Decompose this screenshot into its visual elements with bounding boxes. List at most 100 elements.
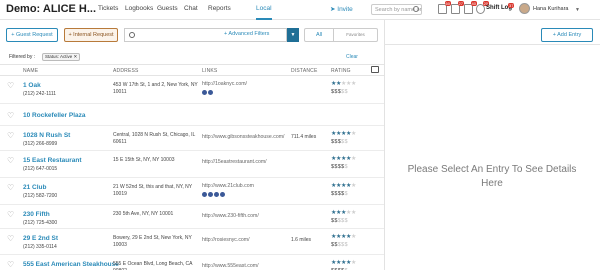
entry-link[interactable]: http://www.555east.com/ (202, 263, 259, 269)
chevron-down-icon[interactable]: ▼ (575, 7, 580, 13)
clear-filters-link[interactable]: Clear (346, 54, 358, 60)
nav-guests[interactable]: Guests (157, 5, 178, 12)
heart-icon[interactable]: ♡ (7, 235, 14, 243)
column-header-address[interactable]: ADDRESS (113, 68, 139, 74)
table-row[interactable]: ♡ 1028 N Rush St (312) 266-8999 Central, 10… (0, 126, 384, 151)
entry-address: Bowery, 29 E 2nd St, New York, NY 10003 (113, 235, 192, 248)
tickets-icon[interactable]: 27 (451, 1, 464, 14)
guest-request-button[interactable]: + Guest Request (6, 28, 58, 42)
tab-all[interactable]: All (304, 28, 334, 42)
price-rating: $$$$$ (331, 191, 348, 197)
star-rating: ★★★★★ (331, 131, 356, 137)
price-rating: $$$$$ (331, 139, 348, 145)
star-icon: ★ (350, 156, 356, 162)
invite-button[interactable]: ➤ Invite (330, 5, 353, 13)
calendar-icon[interactable]: 60 (438, 1, 451, 14)
entry-phone: (212) 242-1111 (23, 91, 57, 97)
dollar-icon: $ (344, 89, 348, 95)
social-icon[interactable] (214, 192, 219, 197)
user-name[interactable]: Hana Kurihara (533, 6, 568, 12)
app-title: Demo: ALICE H... (6, 3, 97, 15)
entry-address: Central, 1028 N Rush St, Chicago, IL 606… (113, 132, 196, 145)
entry-address: 555 E Ocean Blvd, Long Beach, CA 90802 (113, 261, 193, 270)
entry-link[interactable]: http://1oaknyc.com/ (202, 81, 247, 87)
entry-name[interactable]: 29 E 2nd St (23, 235, 58, 242)
search-input[interactable]: Search by name or (371, 4, 422, 15)
social-links (202, 90, 213, 95)
detail-header-divider (384, 44, 600, 45)
avatar[interactable] (519, 3, 530, 14)
add-entry-button[interactable]: + Add Entry (541, 28, 593, 42)
column-header-distance[interactable]: DISTANCE (291, 68, 318, 74)
table-row[interactable]: ♡ 15 East Restaurant (212) 647-0015 15 E 15… (0, 151, 384, 178)
nav-local[interactable]: Local (256, 5, 272, 12)
table-row[interactable]: ♡ 230 Fifth (212) 725-4300 230 5th Ave, NY,… (0, 205, 384, 229)
table-row[interactable]: ♡ 29 E 2nd St (212) 335-0114 Bowery, 29 E 2… (0, 229, 384, 255)
star-rating: ★★★★★ (331, 81, 356, 87)
table-row[interactable]: ♡555 East American Steakhouse(562) 437-0… (0, 255, 384, 270)
nav-logbooks[interactable]: Logbooks (125, 5, 153, 12)
star-rating: ★★★★★ (331, 156, 356, 162)
star-icon: ★ (350, 131, 356, 137)
inbox-icon[interactable]: 40 (464, 1, 477, 14)
social-icon[interactable] (202, 90, 207, 95)
tab-favorites[interactable]: Favorites (334, 28, 378, 42)
entry-link[interactable]: http://www.230-fifth.com/ (202, 213, 259, 219)
social-icon[interactable] (208, 90, 213, 95)
entry-name[interactable]: 1028 N Rush St (23, 132, 70, 139)
entry-name[interactable]: 1 Oak (23, 82, 41, 89)
filtered-by-label: Filtered by : (9, 54, 36, 60)
printer-icon[interactable] (371, 66, 379, 73)
entry-phone: (212) 335-0114 (23, 244, 57, 250)
star-icon: ★ (350, 260, 356, 266)
social-icon[interactable] (208, 192, 213, 197)
heart-icon[interactable]: ♡ (7, 132, 14, 140)
price-rating: $$$$$ (331, 242, 348, 248)
entry-name[interactable]: 15 East Restaurant (23, 157, 82, 164)
social-icon[interactable] (220, 192, 225, 197)
social-links (202, 192, 225, 197)
advanced-filters-link[interactable]: + Advanced Filters (224, 31, 269, 37)
heart-icon[interactable]: ♡ (7, 211, 14, 219)
heart-icon[interactable]: ♡ (7, 112, 14, 120)
nav-reports[interactable]: Reports (208, 5, 231, 12)
star-icon: ★ (350, 183, 356, 189)
search-icon (129, 32, 135, 38)
heart-icon[interactable]: ♡ (7, 184, 14, 192)
internal-request-button[interactable]: + Internal Request (64, 28, 118, 42)
nav-tickets[interactable]: Tickets (98, 5, 118, 12)
dollar-icon: $ (344, 218, 348, 224)
nav-chat[interactable]: Chat (184, 5, 198, 12)
entry-link[interactable]: http://www.gibsonssteakhouse.com/ (202, 134, 284, 140)
entry-link[interactable]: http://rosiesnyc.com/ (202, 237, 250, 243)
chevron-down-icon[interactable]: ▼ (287, 28, 299, 42)
active-tab-indicator (256, 18, 272, 20)
price-rating: $$$$$ (331, 218, 348, 224)
entry-name[interactable]: 230 Fifth (23, 211, 50, 218)
dollar-icon: $ (344, 139, 348, 145)
status-filter-chip[interactable]: Status: Active ✕ (42, 53, 81, 61)
chat-icon[interactable]: 20 (476, 1, 489, 14)
entry-link[interactable]: http://15eastrestaurant.com/ (202, 159, 267, 165)
star-rating: ★★★★★ (331, 234, 356, 240)
heart-icon[interactable]: ♡ (7, 157, 14, 165)
column-header-name[interactable]: NAME (23, 68, 38, 74)
entry-phone: (212) 582-7200 (23, 193, 58, 199)
column-header-rating[interactable]: RATING (331, 68, 351, 74)
entry-name[interactable]: 21 Club (23, 184, 46, 191)
price-rating: $$$$$ (331, 164, 348, 170)
heart-icon[interactable]: ♡ (7, 82, 14, 90)
star-icon: ★ (350, 234, 356, 240)
entry-name[interactable]: 555 East American Steakhouse (23, 261, 119, 268)
table-row[interactable]: ♡ 21 Club (212) 582-7200 21 W 52nd St, this… (0, 178, 384, 205)
dollar-icon: $ (344, 242, 348, 248)
table-row[interactable]: ♡ 1 Oak (212) 242-1111 453 W 17th St, 1 and… (0, 76, 384, 104)
entry-name[interactable]: 10 Rockefeller Plaza (23, 112, 86, 119)
entry-address: 453 W 17th St, 1 and 2, New York, NY 100… (113, 82, 198, 95)
entry-phone: (212) 647-0015 (23, 166, 58, 172)
entry-link[interactable]: http://www.21club.com (202, 183, 254, 189)
table-row[interactable]: ♡ 10 Rockefeller Plaza (0, 104, 384, 126)
heart-icon[interactable]: ♡ (7, 261, 14, 269)
social-icon[interactable] (202, 192, 207, 197)
entry-phone: (312) 266-8999 (23, 141, 58, 147)
